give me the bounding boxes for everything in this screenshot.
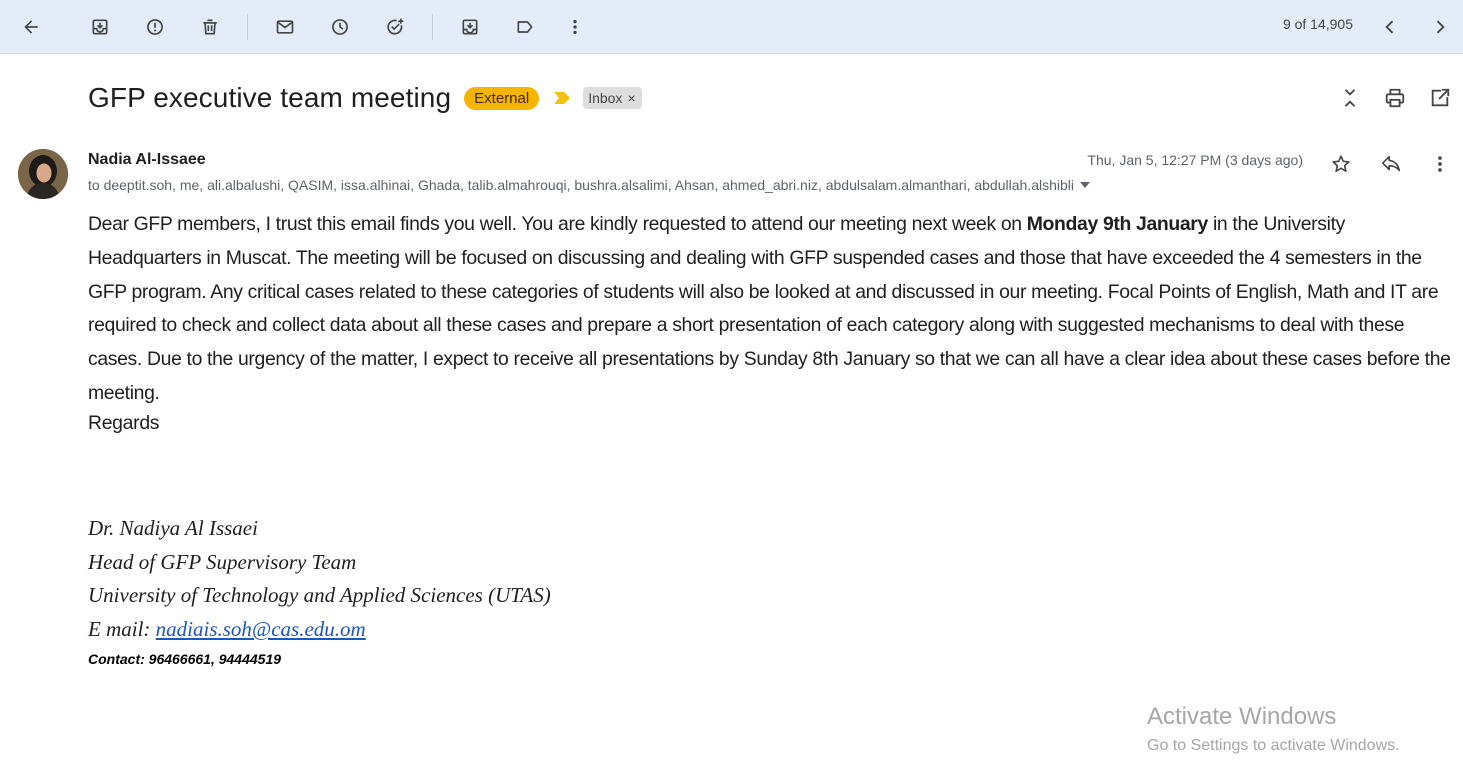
message-more-icon[interactable] xyxy=(1424,148,1456,180)
body-text-end: in the University Headquarters in Muscat… xyxy=(88,213,1451,404)
show-details-icon[interactable] xyxy=(1080,182,1090,188)
signature-email-link[interactable]: nadiais.soh@cas.edu.om xyxy=(156,617,366,641)
signature-org: University of Technology and Applied Sci… xyxy=(88,583,551,607)
print-icon[interactable] xyxy=(1379,82,1411,114)
inbox-label-text: Inbox xyxy=(588,90,623,106)
signature-email-label: E mail: xyxy=(88,617,156,641)
watermark-subtitle: Go to Settings to activate Windows. xyxy=(1147,737,1400,754)
label-icon[interactable] xyxy=(505,7,545,47)
recipients-line: to deeptit.soh, me, ali.albalushi, QASIM… xyxy=(88,177,1090,193)
snooze-icon[interactable] xyxy=(320,7,360,47)
activate-windows-watermark: Activate Windows Go to Settings to activ… xyxy=(1147,703,1400,755)
email-date: Thu, Jan 5, 12:27 PM (3 days ago) xyxy=(1087,152,1303,168)
subject-row: GFP executive team meeting External Inbo… xyxy=(88,78,642,118)
importance-marker-icon[interactable] xyxy=(553,91,571,105)
signature-name: Dr. Nadiya Al Issaei xyxy=(88,516,258,540)
body-bold-date: Monday 9th January xyxy=(1026,213,1209,235)
remove-label-icon[interactable]: × xyxy=(627,90,635,106)
chevron-left-icon[interactable] xyxy=(1370,7,1410,47)
more-vert-icon[interactable] xyxy=(555,7,595,47)
signature-title: Head of GFP Supervisory Team xyxy=(88,550,357,574)
star-icon[interactable] xyxy=(1325,148,1357,180)
watermark-title: Activate Windows xyxy=(1147,703,1337,730)
reply-icon[interactable] xyxy=(1375,148,1407,180)
email-subject: GFP executive team meeting xyxy=(88,82,452,113)
email-body: Dear GFP members, I trust this email fin… xyxy=(88,208,1456,411)
archive-icon[interactable] xyxy=(80,7,120,47)
recipients-text: to deeptit.soh, me, ali.albalushi, QASIM… xyxy=(88,177,1074,193)
avatar[interactable] xyxy=(18,149,68,199)
pager-count: 9 of 14,905 xyxy=(1282,16,1353,32)
move-to-icon[interactable] xyxy=(450,7,490,47)
sender-name[interactable]: Nadia Al-Issaee xyxy=(88,151,206,169)
body-text-start: Dear GFP members, I trust this email fin… xyxy=(88,213,1027,235)
signature-contact: Contact: 96466661, 94444519 xyxy=(88,651,282,667)
external-badge: External xyxy=(464,86,540,110)
open-new-window-icon[interactable] xyxy=(1424,82,1456,114)
collapse-all-icon[interactable] xyxy=(1334,82,1366,114)
add-task-icon[interactable] xyxy=(375,7,415,47)
chevron-right-icon[interactable] xyxy=(1420,7,1460,47)
toolbar-divider xyxy=(247,14,248,40)
toolbar-divider xyxy=(432,14,433,40)
signature-email-line: E mail: nadiais.soh@cas.edu.om xyxy=(88,617,366,642)
inbox-label-chip[interactable]: Inbox × xyxy=(583,87,642,109)
mark-unread-icon[interactable] xyxy=(265,7,305,47)
report-spam-icon[interactable] xyxy=(135,7,175,47)
top-toolbar: 9 of 14,905 xyxy=(0,0,1463,54)
delete-icon[interactable] xyxy=(190,7,230,47)
back-arrow-icon[interactable] xyxy=(11,7,51,47)
regards-text: Regards xyxy=(88,412,160,434)
